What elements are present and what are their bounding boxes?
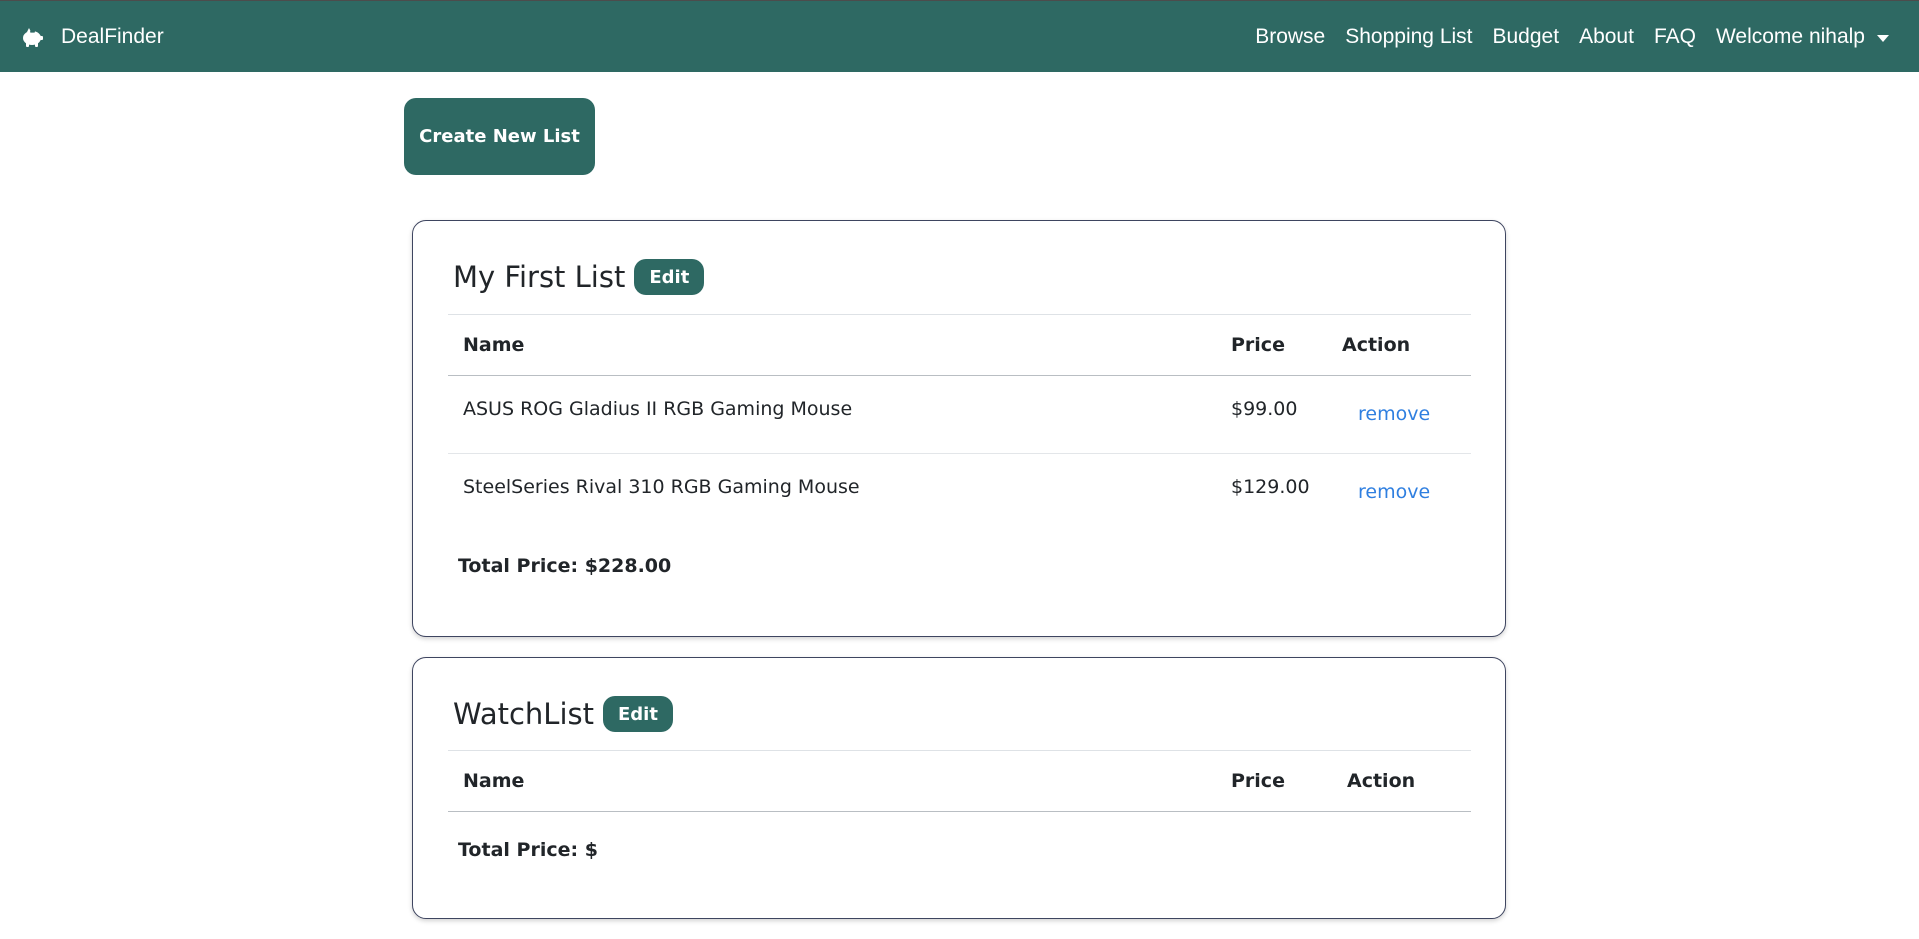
column-header-action: Action — [1342, 334, 1411, 356]
column-header-price: Price — [1231, 334, 1285, 356]
column-header-name: Name — [463, 334, 525, 356]
edit-list-button[interactable]: Edit — [634, 259, 705, 295]
column-header-name: Name — [463, 770, 525, 792]
brand-link[interactable]: DealFinder — [18, 1, 164, 73]
list-title: WatchList — [453, 697, 594, 731]
nav-faq[interactable]: FAQ — [1654, 25, 1696, 49]
table-header-divider — [448, 811, 1471, 812]
item-name: SteelSeries Rival 310 RGB Gaming Mouse — [463, 476, 860, 498]
total-price: Total Price: $228.00 — [458, 555, 672, 577]
create-new-list-button[interactable]: Create New List — [404, 98, 595, 175]
table-header-divider — [448, 375, 1471, 376]
list-card: My First List Edit Name Price Action ASU… — [412, 220, 1506, 637]
nav-about[interactable]: About — [1579, 25, 1634, 49]
list-table: Name Price Action ASUS ROG Gladius II RG… — [448, 314, 1471, 544]
total-price: Total Price: $ — [458, 839, 598, 861]
nav-links: Browse Shopping List Budget About FAQ We… — [1255, 1, 1889, 73]
user-menu-label: Welcome nihalp — [1715, 25, 1865, 48]
remove-item-link[interactable]: remove — [1358, 403, 1430, 425]
list-header: WatchList Edit — [453, 696, 673, 732]
user-menu-dropdown[interactable]: Welcome nihalp — [1716, 25, 1889, 49]
item-price: $99.00 — [1231, 398, 1298, 420]
list-card: WatchList Edit Name Price Action Total P… — [412, 657, 1506, 919]
item-name: ASUS ROG Gladius II RGB Gaming Mouse — [463, 398, 853, 420]
nav-browse[interactable]: Browse — [1255, 25, 1325, 49]
row-divider — [448, 453, 1471, 454]
piggy-bank-icon — [18, 23, 46, 51]
table-divider — [448, 750, 1471, 751]
list-title: My First List — [453, 260, 626, 294]
edit-list-button[interactable]: Edit — [602, 696, 673, 732]
navbar: DealFinder Browse Shopping List Budget A… — [0, 0, 1919, 72]
nav-shopping-list[interactable]: Shopping List — [1345, 25, 1472, 49]
brand-name: DealFinder — [61, 25, 164, 48]
list-table: Name Price Action — [448, 750, 1471, 814]
column-header-price: Price — [1231, 770, 1285, 792]
item-price: $129.00 — [1231, 476, 1310, 498]
column-header-action: Action — [1347, 770, 1416, 792]
chevron-down-icon — [1877, 34, 1889, 42]
remove-item-link[interactable]: remove — [1358, 481, 1430, 503]
list-header: My First List Edit — [453, 259, 705, 295]
nav-budget[interactable]: Budget — [1493, 25, 1560, 49]
table-divider — [448, 314, 1471, 315]
